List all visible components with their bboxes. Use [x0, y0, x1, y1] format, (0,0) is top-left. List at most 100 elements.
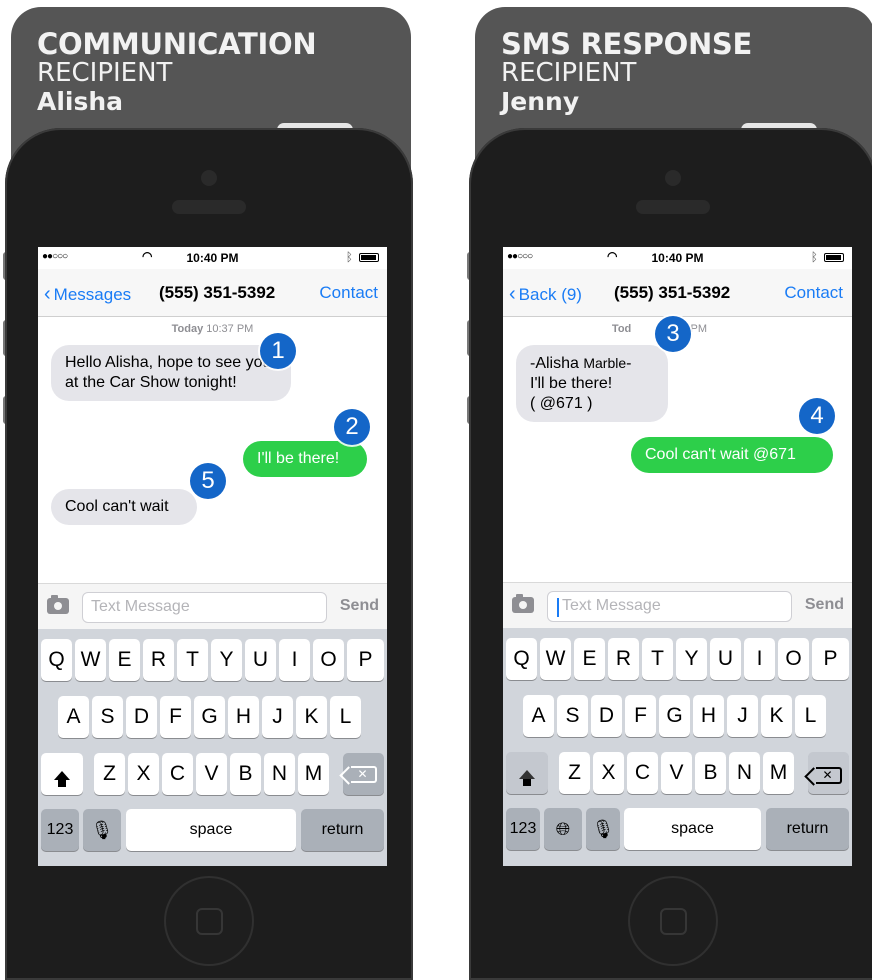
camera-icon[interactable]	[47, 595, 69, 614]
key-o[interactable]: O	[313, 639, 344, 681]
text-cursor	[557, 598, 559, 617]
key-p[interactable]: P	[812, 638, 849, 680]
key-b[interactable]: B	[695, 752, 726, 794]
key-k[interactable]: K	[296, 696, 327, 738]
nav-title: (555) 351-5392	[614, 283, 731, 302]
key-x[interactable]: X	[593, 752, 624, 794]
key-r[interactable]: R	[143, 639, 174, 681]
message-bubble-outgoing: I'll be there!	[243, 441, 367, 477]
key-l[interactable]: L	[330, 696, 361, 738]
key-f[interactable]: F	[625, 695, 656, 737]
microphone-icon: 🎙︎	[90, 820, 114, 840]
key-t[interactable]: T	[642, 638, 673, 680]
shift-key[interactable]	[41, 753, 83, 795]
key-m[interactable]: M	[763, 752, 794, 794]
nav-title: (555) 351-5392	[159, 283, 276, 302]
camera-icon[interactable]	[512, 594, 534, 613]
key-g[interactable]: G	[194, 696, 225, 738]
card-subtitle: RECIPIENT	[37, 58, 173, 88]
key-o[interactable]: O	[778, 638, 809, 680]
key-s[interactable]: S	[557, 695, 588, 737]
space-key[interactable]: space	[624, 808, 761, 850]
key-m[interactable]: M	[298, 753, 329, 795]
back-button[interactable]: ‹ Messages	[44, 283, 131, 306]
delete-key[interactable]: ✕	[808, 752, 849, 794]
key-b[interactable]: B	[230, 753, 261, 795]
key-t[interactable]: T	[177, 639, 208, 681]
step-badge: 3	[655, 316, 691, 352]
chevron-left-icon: ‹	[509, 283, 516, 305]
key-w[interactable]: W	[75, 639, 106, 681]
key-j[interactable]: J	[262, 696, 293, 738]
key-q[interactable]: Q	[41, 639, 72, 681]
key-s[interactable]: S	[92, 696, 123, 738]
send-button[interactable]: Send	[805, 596, 844, 614]
key-z[interactable]: Z	[94, 753, 125, 795]
key-e[interactable]: E	[574, 638, 605, 680]
key-w[interactable]: W	[540, 638, 571, 680]
dictation-key[interactable]: 🎙︎	[586, 808, 620, 850]
key-p[interactable]: P	[347, 639, 384, 681]
key-r[interactable]: R	[608, 638, 639, 680]
right-phone-screen: ●●○○○ ◠ 10:40 PM ᛒ ‹ Back (9) (555) 351-5…	[503, 247, 852, 866]
space-key[interactable]: space	[126, 809, 296, 851]
home-square-icon	[196, 908, 223, 935]
key-x[interactable]: X	[128, 753, 159, 795]
status-time: 10:40 PM	[651, 251, 704, 265]
front-camera	[665, 170, 681, 186]
home-button[interactable]	[164, 876, 254, 966]
key-c[interactable]: C	[162, 753, 193, 795]
numbers-key[interactable]: 123	[506, 808, 540, 850]
key-d[interactable]: D	[126, 696, 157, 738]
key-i[interactable]: I	[279, 639, 310, 681]
left-phone-screen: ●●○○○ ◠ 10:40 PM ᛒ ‹ Messages (555) 351-5…	[38, 247, 387, 866]
key-y[interactable]: Y	[676, 638, 707, 680]
key-c[interactable]: C	[627, 752, 658, 794]
key-k[interactable]: K	[761, 695, 792, 737]
return-key[interactable]: return	[301, 809, 384, 851]
key-h[interactable]: H	[228, 696, 259, 738]
message-bubble-incoming: Cool can't wait	[51, 489, 197, 525]
key-h[interactable]: H	[693, 695, 724, 737]
key-v[interactable]: V	[661, 752, 692, 794]
timestamp: Today 10:37 PM	[38, 323, 387, 335]
key-a[interactable]: A	[58, 696, 89, 738]
numbers-key[interactable]: 123	[41, 809, 79, 851]
key-i[interactable]: I	[744, 638, 775, 680]
key-f[interactable]: F	[160, 696, 191, 738]
message-input[interactable]: Text Message	[547, 591, 792, 622]
bluetooth-icon: ᛒ	[345, 250, 353, 264]
contact-button[interactable]: Contact	[784, 283, 843, 303]
key-n[interactable]: N	[264, 753, 295, 795]
shift-key[interactable]	[506, 752, 548, 794]
nav-bar: ‹ Messages (555) 351-5392 Contact	[38, 269, 387, 317]
shift-arrow-icon	[519, 770, 535, 786]
key-z[interactable]: Z	[559, 752, 590, 794]
key-u[interactable]: U	[710, 638, 741, 680]
key-g[interactable]: G	[659, 695, 690, 737]
key-d[interactable]: D	[591, 695, 622, 737]
globe-key[interactable]: 🌐︎	[544, 808, 582, 850]
key-j[interactable]: J	[727, 695, 758, 737]
message-line: I'll be there!	[530, 375, 613, 392]
step-badge: 4	[799, 398, 835, 434]
back-button[interactable]: ‹ Back (9)	[509, 283, 582, 306]
key-y[interactable]: Y	[211, 639, 242, 681]
key-v[interactable]: V	[196, 753, 227, 795]
message-bubble-outgoing: Cool can't wait @671	[631, 437, 833, 473]
key-e[interactable]: E	[109, 639, 140, 681]
send-button[interactable]: Send	[340, 597, 379, 615]
message-line: ( @671 )	[530, 395, 593, 412]
delete-key[interactable]: ✕	[343, 753, 384, 795]
home-button[interactable]	[628, 876, 718, 966]
key-u[interactable]: U	[245, 639, 276, 681]
key-l[interactable]: L	[795, 695, 826, 737]
message-input[interactable]: Text Message	[82, 592, 327, 623]
return-key[interactable]: return	[766, 808, 849, 850]
key-q[interactable]: Q	[506, 638, 537, 680]
contact-button[interactable]: Contact	[319, 283, 378, 303]
key-n[interactable]: N	[729, 752, 760, 794]
dictation-key[interactable]: 🎙︎	[83, 809, 121, 851]
key-a[interactable]: A	[523, 695, 554, 737]
backspace-icon: ✕	[815, 767, 842, 784]
